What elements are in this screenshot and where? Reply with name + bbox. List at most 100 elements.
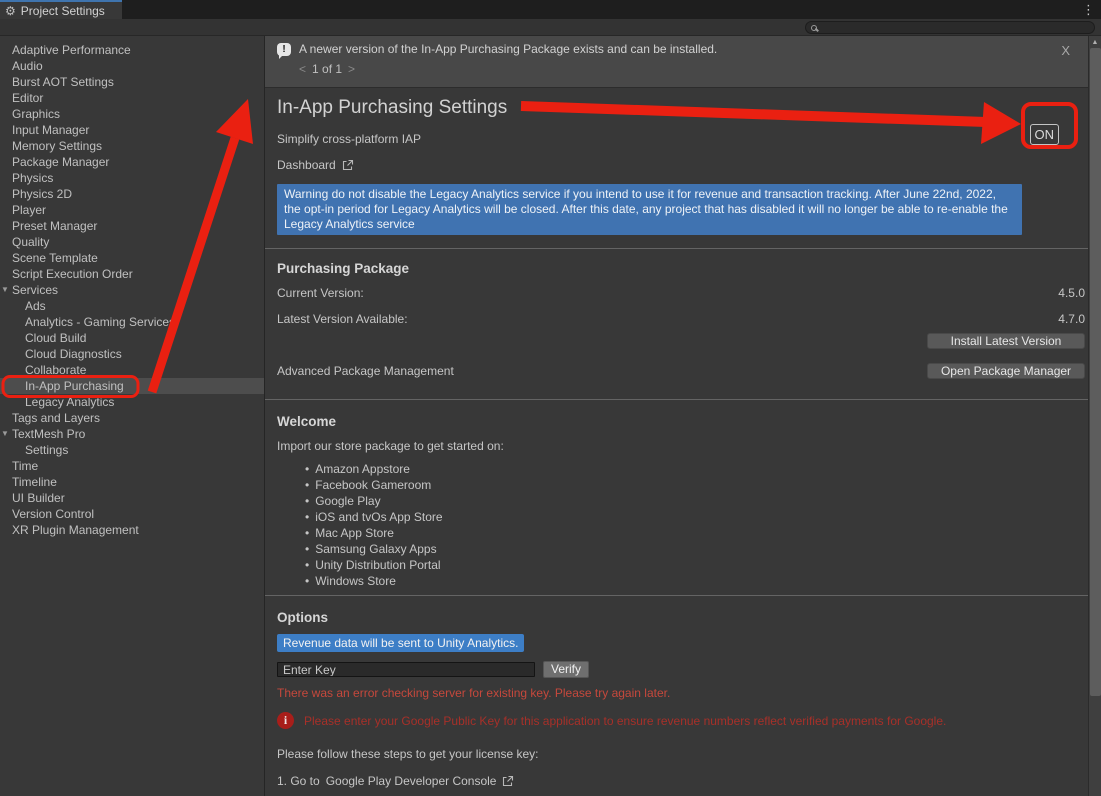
pager-next-icon[interactable]: > — [348, 62, 355, 76]
sidebar-item-label: Ads — [25, 299, 46, 313]
sidebar-item[interactable]: ▼ TextMesh Pro — [0, 426, 264, 442]
sidebar-item-label: In-App Purchasing — [25, 379, 124, 393]
foldout-icon[interactable]: ▼ — [1, 282, 9, 298]
sidebar-item[interactable]: ▼ Package Manager — [0, 154, 264, 170]
sidebar-item[interactable]: ▼ Tags and Layers — [0, 410, 264, 426]
sidebar-item[interactable]: ▼ Ads — [0, 298, 264, 314]
dashboard-link[interactable]: Dashboard — [277, 158, 336, 172]
tab-project-settings[interactable]: ⚙ Project Settings — [0, 0, 122, 19]
store-name: Google Play — [315, 493, 380, 509]
section-heading: Purchasing Package — [277, 261, 1085, 276]
page-title: In-App Purchasing Settings — [277, 97, 1085, 119]
store-list-item: • Samsung Galaxy Apps — [277, 541, 1085, 557]
bullet-icon: • — [305, 541, 309, 557]
sidebar-item[interactable]: ▼ Physics 2D — [0, 186, 264, 202]
gear-icon: ⚙ — [5, 5, 16, 17]
scrollbar-thumb[interactable] — [1090, 48, 1101, 696]
sidebar-item[interactable]: ▼ Cloud Build — [0, 330, 264, 346]
package-update-notification: ! A newer version of the In-App Purchasi… — [265, 36, 1088, 88]
bullet-icon: • — [305, 509, 309, 525]
sidebar-item[interactable]: ▼ XR Plugin Management — [0, 522, 264, 538]
sidebar-item[interactable]: ▼ UI Builder — [0, 490, 264, 506]
sidebar-item[interactable]: ▼ Graphics — [0, 106, 264, 122]
install-latest-version-button[interactable]: Install Latest Version — [927, 333, 1085, 349]
google-play-console-link[interactable]: Google Play Developer Console — [326, 774, 497, 788]
tab-title: Project Settings — [21, 4, 105, 18]
store-list-item: • iOS and tvOs App Store — [277, 509, 1085, 525]
sidebar-item-label: Graphics — [12, 107, 60, 121]
steps-intro: Please follow these steps to get your li… — [277, 747, 1085, 761]
external-link-icon[interactable] — [502, 775, 514, 787]
store-name: Samsung Galaxy Apps — [315, 541, 436, 557]
store-list-item: • Google Play — [277, 493, 1085, 509]
foldout-icon[interactable]: ▼ — [1, 426, 9, 442]
sidebar-item[interactable]: ▼ Timeline — [0, 474, 264, 490]
sidebar-item-label: Burst AOT Settings — [12, 75, 114, 89]
sidebar-item-label: Scene Template — [12, 251, 98, 265]
kebab-menu-icon[interactable]: ⋮ — [1082, 1, 1095, 18]
sidebar-item[interactable]: ▼ Memory Settings — [0, 138, 264, 154]
sidebar-item-label: Preset Manager — [12, 219, 97, 233]
toolbar — [0, 19, 1101, 36]
sidebar-item-label: Audio — [12, 59, 43, 73]
step1-prefix: 1. Go to — [277, 774, 320, 788]
sidebar-item[interactable]: ▼ Player — [0, 202, 264, 218]
sidebar-item[interactable]: ▼ Burst AOT Settings — [0, 74, 264, 90]
legacy-analytics-warning: Warning do not disable the Legacy Analyt… — [277, 184, 1022, 235]
store-name: Unity Distribution Portal — [315, 557, 440, 573]
scroll-up-icon[interactable]: ▲ — [1089, 36, 1101, 48]
bullet-icon: • — [305, 557, 309, 573]
sidebar-item-label: Collaborate — [25, 363, 86, 377]
store-name: Facebook Gameroom — [315, 477, 431, 493]
sidebar-item[interactable]: ▼ Input Manager — [0, 122, 264, 138]
pager-prev-icon[interactable]: < — [299, 62, 306, 76]
sidebar-item-label: Cloud Diagnostics — [25, 347, 122, 361]
options-section: Options Revenue data will be sent to Uni… — [277, 610, 1085, 796]
sidebar-item[interactable]: ▼ Quality — [0, 234, 264, 250]
sidebar-item[interactable]: ▼ Editor — [0, 90, 264, 106]
sidebar-item[interactable]: ▼ Cloud Diagnostics — [0, 346, 264, 362]
close-icon[interactable]: X — [1061, 43, 1070, 58]
vertical-scrollbar[interactable]: ▲ — [1088, 36, 1101, 796]
sidebar-item[interactable]: ▼ Physics — [0, 170, 264, 186]
search-box[interactable] — [805, 21, 1095, 34]
sidebar-item[interactable]: ▼ Scene Template — [0, 250, 264, 266]
open-package-manager-button[interactable]: Open Package Manager — [927, 363, 1085, 379]
sidebar-item[interactable]: ▼ Preset Manager — [0, 218, 264, 234]
sidebar-item[interactable]: ▼ Version Control — [0, 506, 264, 522]
bullet-icon: • — [305, 461, 309, 477]
sidebar-item[interactable]: ▼ Audio — [0, 58, 264, 74]
sidebar-item-label: Script Execution Order — [12, 267, 133, 281]
sidebar-item[interactable]: ▼ Adaptive Performance — [0, 42, 264, 58]
sidebar-item[interactable]: ▼ Collaborate — [0, 362, 264, 378]
store-name: iOS and tvOs App Store — [315, 509, 442, 525]
sidebar-item-label: Cloud Build — [25, 331, 86, 345]
error-info-icon: i — [277, 712, 294, 729]
iap-header: In-App Purchasing Settings ON Simplify c… — [277, 97, 1085, 235]
sidebar-item[interactable]: ▼ Legacy Analytics — [0, 394, 264, 410]
store-list-item: • Unity Distribution Portal — [277, 557, 1085, 573]
search-icon — [811, 25, 817, 31]
sidebar-item[interactable]: ▼ In-App Purchasing — [0, 378, 264, 394]
bullet-icon: • — [305, 525, 309, 541]
section-heading: Options — [277, 610, 1085, 625]
search-input[interactable] — [821, 22, 1071, 34]
license-key-input[interactable] — [277, 662, 535, 677]
sidebar-item[interactable]: ▼ Services — [0, 282, 264, 298]
title-bar: ⚙ Project Settings ⋮ — [0, 0, 1101, 19]
store-list-item: • Windows Store — [277, 573, 1085, 589]
store-list-item: • Facebook Gameroom — [277, 477, 1085, 493]
service-toggle-button[interactable]: ON — [1030, 124, 1060, 145]
sidebar-item[interactable]: ▼ Settings — [0, 442, 264, 458]
sidebar-item-label: Editor — [12, 91, 43, 105]
sidebar-item[interactable]: ▼ Time — [0, 458, 264, 474]
verify-button[interactable]: Verify — [543, 661, 589, 678]
advanced-package-management-label: Advanced Package Management — [277, 364, 454, 378]
sidebar-item[interactable]: ▼ Script Execution Order — [0, 266, 264, 282]
bullet-icon: • — [305, 493, 309, 509]
section-divider — [265, 248, 1088, 249]
external-link-icon[interactable] — [342, 159, 354, 171]
alert-bubble-icon: ! — [277, 43, 291, 56]
pager-label: 1 of 1 — [312, 62, 342, 76]
sidebar-item[interactable]: ▼ Analytics - Gaming Services — [0, 314, 264, 330]
